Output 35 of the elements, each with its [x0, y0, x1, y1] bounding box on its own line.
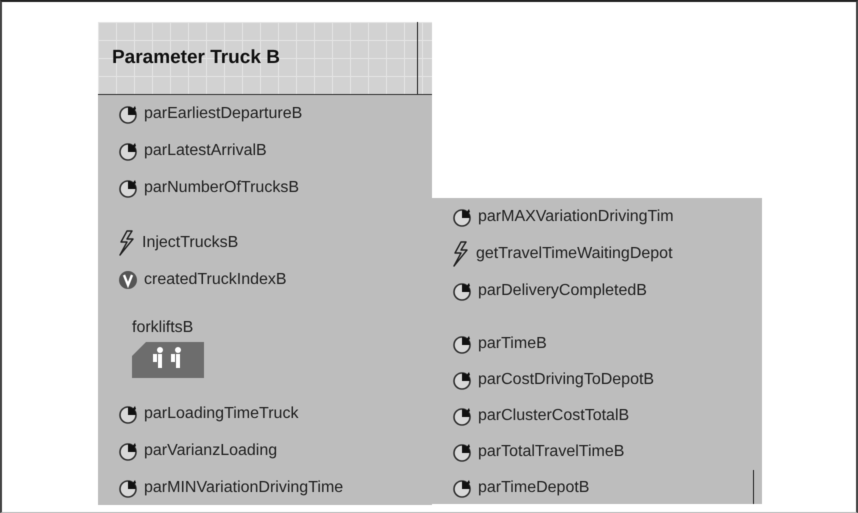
element-label[interactable]: getTravelTimeWaitingDepot — [476, 242, 673, 266]
element-label[interactable]: parMINVariationDrivingTime — [144, 476, 344, 500]
lightning-icon — [452, 240, 470, 266]
element-label[interactable]: parEarliestDepartureB — [144, 102, 302, 126]
variable-icon — [118, 270, 138, 290]
header-title: Parameter Truck B — [112, 46, 280, 70]
element-label[interactable]: parLoadingTimeTruck — [144, 402, 298, 426]
gauge-icon — [452, 280, 472, 300]
element-label[interactable]: parDeliveryCompletedB — [478, 278, 647, 302]
element-label[interactable]: parCostDrivingToDepotB — [478, 368, 654, 392]
gauge-icon — [118, 478, 138, 498]
element-label[interactable]: parVarianzLoading — [144, 438, 278, 462]
resource-pool-icon — [132, 342, 204, 378]
gauge-icon — [452, 406, 472, 426]
gauge-icon — [452, 206, 472, 226]
gauge-icon — [118, 440, 138, 460]
element-label[interactable]: parNumberOfTrucksB — [144, 176, 299, 200]
element-label[interactable]: parLatestArrivalB — [144, 138, 267, 162]
gauge-icon — [452, 478, 472, 498]
element-label[interactable]: createdTruckIndexB — [144, 268, 287, 292]
element-label[interactable]: parMAXVariationDrivingTim — [478, 204, 674, 228]
gauge-icon — [452, 370, 472, 390]
element-label[interactable]: forkliftsB — [132, 318, 432, 338]
gauge-icon — [452, 442, 472, 462]
element-label[interactable]: parTimeDepotB — [478, 476, 590, 500]
element-label[interactable]: parClusterCostTotalB — [478, 404, 630, 428]
gauge-icon — [118, 404, 138, 424]
element-label[interactable]: parTimeB — [478, 332, 547, 356]
element-label[interactable]: InjectTrucksB — [142, 230, 238, 254]
gauge-icon — [452, 334, 472, 354]
gauge-icon — [118, 178, 138, 198]
element-label[interactable]: parTotalTravelTimeB — [478, 440, 624, 464]
gauge-icon — [118, 104, 138, 124]
gauge-icon — [118, 140, 138, 160]
lightning-icon — [118, 230, 136, 256]
